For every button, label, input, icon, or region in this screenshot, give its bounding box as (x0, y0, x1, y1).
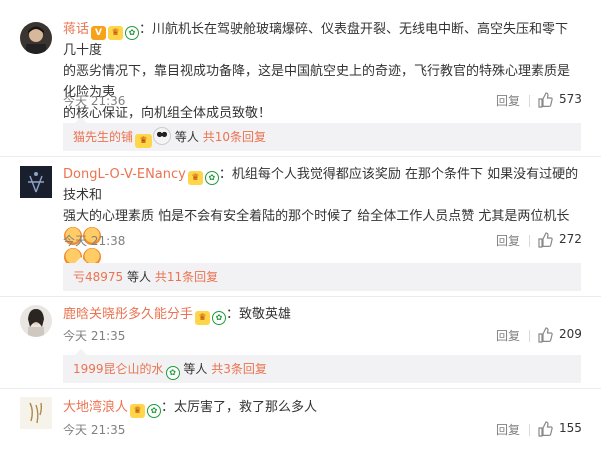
like-count: 155 (559, 421, 582, 435)
thumbs-up-icon (538, 232, 553, 248)
sub-reply-user[interactable]: 1999昆仑山的水 (73, 362, 164, 376)
comment-meta: 今天 21:35 回复 155 (63, 421, 582, 439)
green-member-icon: ✿ (125, 26, 140, 40)
sub-reply-text: 等人 (183, 362, 208, 376)
like-count: 573 (559, 92, 582, 106)
divider (529, 424, 530, 436)
divider (529, 235, 530, 247)
thumbs-up-icon (538, 327, 553, 343)
comment-text: 鹿晗关晓彤多久能分手 ♛ ✿ ：致敬英雄 (63, 307, 292, 325)
fans-badge-icon: ♛ (135, 134, 153, 148)
reply-button[interactable]: 回复 (496, 232, 520, 249)
timestamp: 今天 21:35 (63, 329, 126, 343)
verified-v-icon: V (91, 26, 107, 40)
divider (0, 388, 601, 389)
avatar[interactable] (20, 166, 52, 198)
sub-reply-count[interactable]: 共3条回复 (211, 362, 267, 376)
avatar[interactable] (20, 305, 52, 337)
comment-line: 强大的心理素质 怕是不会有安全着陆的那个时候了 给全体工作人员点赞 尤其是两位机… (63, 209, 570, 224)
divider (529, 95, 530, 107)
thumbs-up-icon (538, 421, 553, 437)
panda-emoji-icon (153, 127, 172, 145)
crown-badge-icon: ♛ (130, 404, 146, 418)
username[interactable]: 蒋话 (63, 22, 89, 37)
divider (529, 330, 530, 342)
sub-reply-count[interactable]: 共11条回复 (155, 270, 218, 284)
comment-text: 大地湾浪人 ♛ ✿ ：太厉害了，救了那么多人 (63, 400, 318, 418)
crown-badge-icon: ♛ (187, 171, 203, 185)
like-count: 209 (559, 327, 582, 341)
username[interactable]: 大地湾浪人 (63, 400, 128, 415)
like-count: 272 (559, 232, 582, 246)
divider (0, 156, 601, 157)
thumbs-up-icon (538, 92, 553, 108)
green-member-icon: ✿ (165, 366, 180, 380)
comment-meta: 今天 21:38 回复 272 (63, 232, 582, 250)
green-member-icon: ✿ (147, 404, 162, 418)
avatar[interactable] (20, 22, 52, 54)
timestamp: 今天 21:36 (63, 94, 126, 108)
comment-meta: 今天 21:35 回复 209 (63, 327, 582, 345)
crown-badge-icon: ♛ (108, 26, 124, 40)
crown-badge-icon: ♛ (195, 311, 211, 325)
timestamp: 今天 21:35 (63, 423, 126, 437)
username[interactable]: DongL-O-V-ENancy (63, 167, 186, 182)
sub-reply-user[interactable]: 猫先生的铺 (73, 130, 133, 144)
sub-reply-text: 等人 (174, 130, 199, 144)
sub-reply-text: 等人 (127, 270, 152, 284)
reply-button[interactable]: 回复 (496, 421, 520, 438)
sub-reply-summary[interactable]: 1999昆仑山的水 ✿ 等人 共3条回复 (63, 349, 581, 383)
sub-reply-summary[interactable]: 猫先生的铺 ♛ 等人 共10条回复 (63, 117, 581, 151)
reply-button[interactable]: 回复 (496, 92, 520, 109)
timestamp: 今天 21:38 (63, 234, 126, 248)
comment-line: 太厉害了，救了那么多人 (174, 400, 318, 415)
sub-reply-summary[interactable]: 亏48975 等人 共11条回复 (63, 257, 581, 291)
comment-text: DongL-O-V-ENancy ♛ ✿ ：机组每个人我觉得都应该奖励 在那个条件下 … (63, 164, 581, 269)
username[interactable]: 鹿晗关晓彤多久能分手 (63, 307, 193, 322)
green-member-icon: ✿ (212, 311, 227, 325)
sub-reply-user[interactable]: 亏48975 (73, 270, 123, 284)
avatar[interactable] (20, 397, 52, 429)
reply-button[interactable]: 回复 (496, 327, 520, 344)
comment-line: 致敬英雄 (239, 307, 292, 322)
divider (0, 296, 601, 297)
green-member-icon: ✿ (204, 171, 219, 185)
comment-meta: 今天 21:36 回复 573 (63, 92, 582, 110)
sub-reply-count[interactable]: 共10条回复 (203, 130, 266, 144)
